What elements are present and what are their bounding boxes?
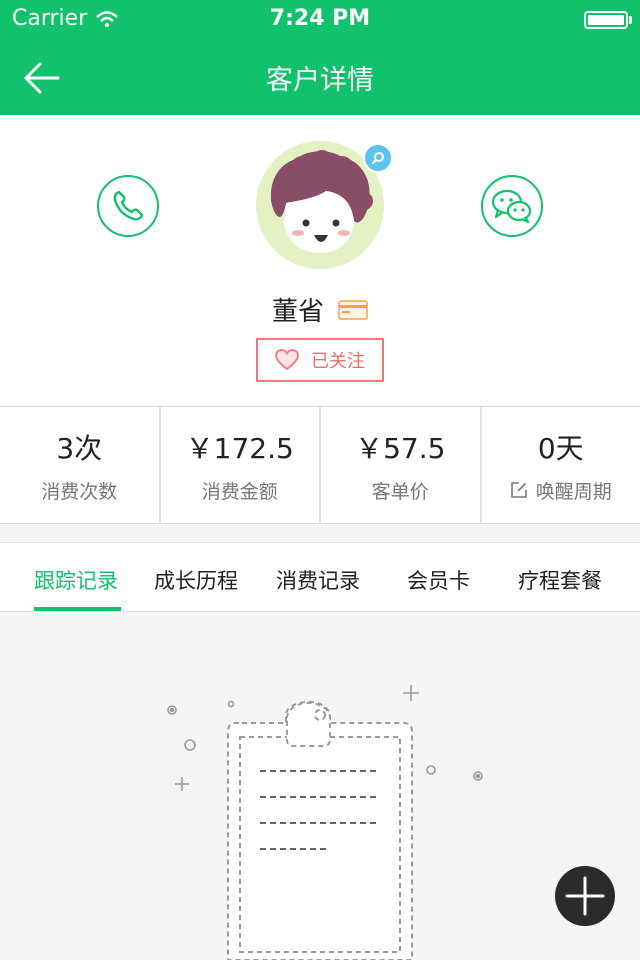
stat-avg-price: ￥57.5 客单价: [321, 407, 482, 523]
active-tab-indicator: [34, 607, 121, 611]
add-record-button[interactable]: [555, 866, 615, 926]
plus-icon: [565, 876, 605, 916]
tab-consumption[interactable]: 消费记录: [276, 565, 360, 595]
tab-tracking[interactable]: 跟踪记录: [34, 565, 118, 595]
stat-label-row: 唤醒周期: [510, 477, 612, 504]
heart-icon: [275, 349, 299, 371]
battery-icon: [584, 11, 628, 29]
stat-value: 0天: [537, 431, 584, 465]
tab-growth[interactable]: 成长历程: [154, 565, 238, 595]
stat-visit-count: 3次 消费次数: [0, 407, 161, 523]
battery-tip: [629, 16, 632, 24]
tab-membership-card[interactable]: 会员卡: [407, 565, 470, 595]
customer-name: 董省: [271, 297, 324, 327]
customer-name-row: 董省: [0, 291, 640, 328]
wechat-icon: [491, 189, 532, 224]
edit-icon[interactable]: [510, 481, 528, 499]
nav-bar: 客户详情: [0, 40, 640, 115]
stat-value: ￥57.5: [355, 431, 446, 465]
customer-profile: 董省 已关注: [0, 115, 640, 405]
tab-bar: 跟踪记录 成长历程 消费记录 会员卡 疗程套餐: [0, 542, 640, 612]
search-icon: [372, 152, 384, 164]
stat-amount: ￥172.5 消费金额: [161, 407, 321, 523]
vip-card-icon: [338, 299, 368, 320]
follow-button[interactable]: 已关注: [256, 338, 384, 382]
tab-treatment-package[interactable]: 疗程套餐: [518, 565, 602, 595]
stat-label: 客单价: [371, 480, 429, 503]
stat-label: 消费次数: [41, 480, 118, 503]
stat-label: 唤醒周期: [535, 480, 612, 503]
follow-label: 已关注: [311, 351, 365, 372]
stat-value: ￥172.5: [185, 431, 294, 465]
stat-value: 3次: [56, 431, 103, 465]
avatar[interactable]: [256, 141, 393, 269]
status-time: 7:24 PM: [269, 6, 371, 31]
page-title: 客户详情: [266, 65, 374, 96]
status-bar: Carrier 7:24 PM: [0, 0, 640, 40]
call-button[interactable]: [97, 175, 159, 237]
stat-wake-cycle[interactable]: 0天 唤醒周期: [482, 407, 640, 523]
empty-clipboard-illustration: [167, 685, 483, 960]
wechat-button[interactable]: [481, 175, 543, 237]
stat-label: 消费金额: [201, 480, 278, 503]
avatar-search-badge[interactable]: [363, 143, 393, 173]
stats-row: 3次 消费次数 ￥172.5 消费金额 ￥57.5 客单价 0天 唤醒周期: [0, 406, 640, 524]
phone-icon: [113, 190, 144, 221]
